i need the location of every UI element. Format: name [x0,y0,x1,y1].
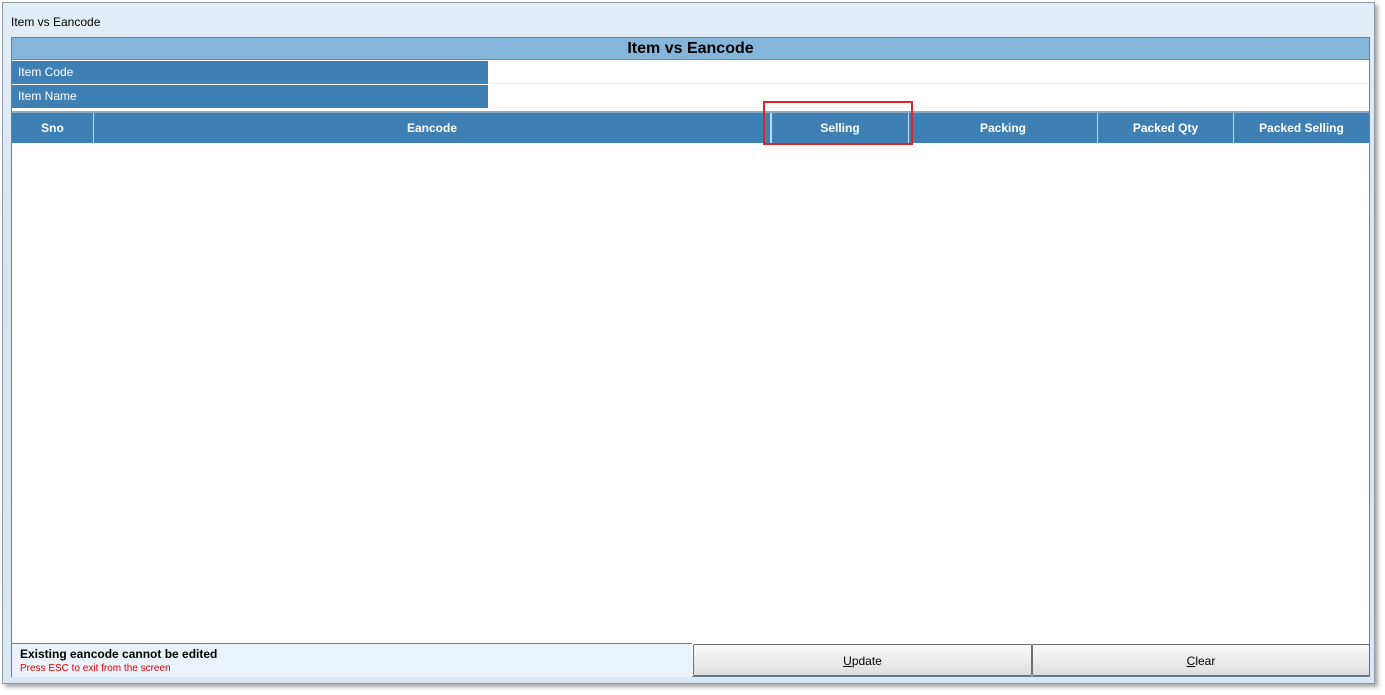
update-mnemonic: U [843,654,852,668]
item-code-row: Item Code [12,61,1369,85]
app-window: Item vs Eancode Item vs Eancode Item Cod… [2,2,1375,684]
exit-hint: Press ESC to exit from the screen [20,663,171,674]
item-name-label: Item Name [12,85,488,108]
clear-button[interactable]: Clear [1032,644,1370,676]
selling-column-highlight [763,101,913,145]
update-button[interactable]: Update [693,644,1032,676]
window-title: Item vs Eancode [11,15,101,29]
update-label-rest: pdate [851,654,882,668]
column-header-eancode[interactable]: Eancode [94,113,771,143]
column-header-packed-qty[interactable]: Packed Qty [1098,113,1234,143]
status-bar: Existing eancode cannot be edited Press … [12,643,692,677]
grid-header: Sno Eancode Selling Packing Packed Qty P… [12,111,1369,143]
status-message: Existing eancode cannot be edited [20,647,218,661]
form-title: Item vs Eancode [12,38,1369,60]
column-header-packing[interactable]: Packing [909,113,1098,143]
column-header-sno[interactable]: Sno [12,113,94,143]
item-name-row: Item Name [12,85,1369,109]
form-panel: Item vs Eancode Item Code Item Name Sno … [11,37,1370,677]
item-code-input[interactable] [489,61,1369,84]
item-name-input[interactable] [489,85,1369,108]
grid-body[interactable] [12,143,1369,643]
column-header-packed-selling[interactable]: Packed Selling [1234,113,1369,143]
item-code-label: Item Code [12,61,488,84]
clear-label-rest: lear [1195,654,1216,668]
